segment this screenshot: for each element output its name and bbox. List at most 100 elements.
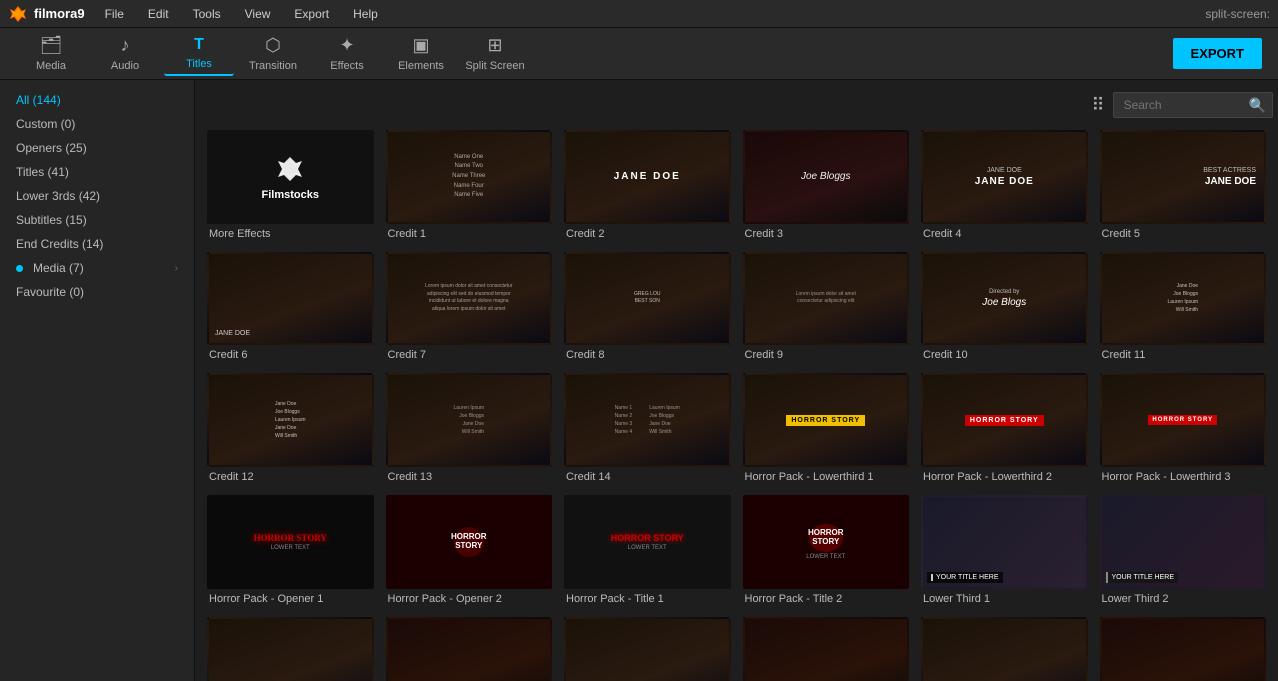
sidebar-item-openers[interactable]: Openers (25) (0, 136, 194, 160)
horror-opener1-label: Horror Pack - Opener 1 (207, 593, 374, 605)
credit4-label: Credit 4 (921, 228, 1088, 240)
grid-item-lower-third2[interactable]: YOUR TITLE HERE Lower Third 2 (1100, 495, 1267, 605)
grid-item-bottom6[interactable] (1100, 617, 1267, 681)
menu-edit[interactable]: Edit (144, 5, 173, 23)
credit14-overlay: Name 1Name 2Name 3Name 4 Lauren IpsumJoe… (615, 404, 680, 436)
menu-tools[interactable]: Tools (189, 5, 225, 23)
toolbar: 🗂 Media ♪ Audio T Titles ⬡ Transition ✦ … (0, 28, 1278, 80)
credit10-sub: Directed by (989, 289, 1019, 295)
grid-item-horror-title1[interactable]: HORROR STORY LOWER TEXT Horror Pack - Ti… (564, 495, 731, 605)
toolbar-transition[interactable]: ⬡ Transition (238, 32, 308, 76)
credit9-thumb: Lorem ipsum dolor sit ametconsectetur ad… (743, 252, 910, 346)
credit9-label: Credit 9 (743, 349, 910, 361)
sidebar-item-media[interactable]: Media (7) › (0, 256, 194, 280)
grid-item-horror-opener1[interactable]: HORROR STORY LOWER TEXT Horror Pack - Op… (207, 495, 374, 605)
sidebar-item-lower3rds[interactable]: Lower 3rds (42) (0, 184, 194, 208)
grid-item-horror-lower2[interactable]: HORROR STORY Horror Pack - Lowerthird 2 (921, 373, 1088, 483)
grid-item-horror-lower3[interactable]: HORROR STORY Horror Pack - Lowerthird 3 (1100, 373, 1267, 483)
horror-lower3-badge: HORROR STORY (1148, 415, 1217, 425)
toolbar-elements[interactable]: ▣ Elements (386, 32, 456, 76)
sidebar-item-favourite[interactable]: Favourite (0) (0, 280, 194, 304)
credit4-sub-overlay: JANE DOE (987, 167, 1022, 174)
sidebar-item-all[interactable]: All (144) (0, 88, 194, 112)
credit8-overlay: GREG LOUBEST SON (634, 291, 660, 306)
credit6-label: Credit 6 (207, 349, 374, 361)
sidebar-item-titles[interactable]: Titles (41) (0, 160, 194, 184)
app-name: filmora9 (34, 6, 85, 21)
grid-item-credit6[interactable]: JANE DOE Credit 6 (207, 252, 374, 362)
grid-item-horror-title2[interactable]: HORRORSTORY LOWER TEXT Horror Pack - Tit… (743, 495, 910, 605)
horror-title2-sub: LOWER TEXT (806, 554, 845, 560)
grid-item-credit12[interactable]: Jane DoeJoe BloggsLauren IpsumJane DoeWi… (207, 373, 374, 483)
credit12-thumb: Jane DoeJoe BloggsLauren IpsumJane DoeWi… (207, 373, 374, 467)
lower-third2-bar: YOUR TITLE HERE (1106, 572, 1179, 583)
grid-item-lower-third1[interactable]: YOUR TITLE HERE Lower Third 1 (921, 495, 1088, 605)
credit2-label: Credit 2 (564, 228, 731, 240)
grid-item-bottom5[interactable] (921, 617, 1088, 681)
horror-opener2-text: HORRORSTORY (451, 533, 487, 551)
credit5-sub-overlay: BEST ACTRESS (1203, 167, 1256, 174)
credit12-overlay: Jane DoeJoe BloggsLauren IpsumJane DoeWi… (275, 400, 306, 440)
menu-view[interactable]: View (241, 5, 275, 23)
sidebar-item-subtitles[interactable]: Subtitles (15) (0, 208, 194, 232)
bottom1-thumb (207, 617, 374, 681)
grid-item-bottom3[interactable] (564, 617, 731, 681)
lower-third2-text: YOUR TITLE HERE (1112, 574, 1175, 581)
grid-item-credit4[interactable]: JANE DOE JANE DOE Credit 4 (921, 130, 1088, 240)
lower-third2-thumb: YOUR TITLE HERE (1100, 495, 1267, 589)
credit3-overlay: Joe Bloggs (801, 171, 850, 182)
grid-item-credit2[interactable]: JANE DOE Credit 2 (564, 130, 731, 240)
credit13-overlay: Lauren IpsumJoe BloggsJane DoeWill Smith (453, 404, 484, 436)
menu-export[interactable]: Export (290, 5, 333, 23)
credit3-label: Credit 3 (743, 228, 910, 240)
filmstock-logo-icon (274, 153, 306, 185)
grid-toggle-icon[interactable]: ⠿ (1091, 95, 1104, 116)
menu-help[interactable]: Help (349, 5, 382, 23)
grid-item-credit8[interactable]: GREG LOUBEST SON Credit 8 (564, 252, 731, 362)
grid-item-bottom4[interactable] (743, 617, 910, 681)
grid-item-credit10[interactable]: Directed by Joe Blogs Credit 10 (921, 252, 1088, 362)
menu-file[interactable]: File (101, 5, 128, 23)
horror-opener2-splash: HORRORSTORY (454, 527, 484, 557)
grid-item-credit5[interactable]: BEST ACTRESS JANE DOE Credit 5 (1100, 130, 1267, 240)
audio-icon: ♪ (121, 35, 130, 56)
sidebar-item-endcredits[interactable]: End Credits (14) (0, 232, 194, 256)
grid-item-bottom2[interactable] (386, 617, 553, 681)
grid-item-credit14[interactable]: Name 1Name 2Name 3Name 4 Lauren IpsumJoe… (564, 373, 731, 483)
elements-icon: ▣ (412, 35, 429, 56)
grid-item-horror-opener2[interactable]: HORRORSTORY Horror Pack - Opener 2 (386, 495, 553, 605)
titles-icon: T (194, 36, 204, 54)
lower-third1-label: Lower Third 1 (921, 593, 1088, 605)
toolbar-audio[interactable]: ♪ Audio (90, 32, 160, 76)
credit6-overlay: JANE DOE (215, 330, 250, 337)
grid-item-credit7[interactable]: Lorem ipsum dolor sit amet consecteturad… (386, 252, 553, 362)
credit4-thumb: JANE DOE JANE DOE (921, 130, 1088, 224)
credit5-main-overlay: JANE DOE (1205, 176, 1256, 187)
grid-item-credit9[interactable]: Lorem ipsum dolor sit ametconsectetur ad… (743, 252, 910, 362)
horror-title1-thumb: HORROR STORY LOWER TEXT (564, 495, 731, 589)
sidebar-item-custom[interactable]: Custom (0) (0, 112, 194, 136)
grid-item-bottom1[interactable] (207, 617, 374, 681)
grid-item-credit3[interactable]: Joe Bloggs Credit 3 (743, 130, 910, 240)
credit2-thumb: JANE DOE (564, 130, 731, 224)
horror-lower2-thumb: HORROR STORY (921, 373, 1088, 467)
toolbar-media[interactable]: 🗂 Media (16, 32, 86, 76)
transition-icon: ⬡ (265, 35, 281, 56)
grid-item-more-effects[interactable]: Filmstocks More Effects (207, 130, 374, 240)
toolbar-split-screen[interactable]: ⊞ Split Screen (460, 32, 530, 76)
grid-item-horror-lower1[interactable]: HORROR STORY Horror Pack - Lowerthird 1 (743, 373, 910, 483)
credit5-thumb: BEST ACTRESS JANE DOE (1100, 130, 1267, 224)
grid-item-credit1[interactable]: Name OneName TwoName ThreeName FourName … (386, 130, 553, 240)
main-area: All (144) Custom (0) Openers (25) Titles… (0, 80, 1278, 681)
media-expand-arrow: › (175, 263, 178, 274)
lower-third1-bar: YOUR TITLE HERE (927, 572, 1003, 583)
toolbar-titles[interactable]: T Titles (164, 32, 234, 76)
credit1-label: Credit 1 (386, 228, 553, 240)
search-icon[interactable]: 🔍 (1249, 97, 1266, 114)
credit7-thumb: Lorem ipsum dolor sit amet consecteturad… (386, 252, 553, 346)
toolbar-effects[interactable]: ✦ Effects (312, 32, 382, 76)
grid-item-credit13[interactable]: Lauren IpsumJoe BloggsJane DoeWill Smith… (386, 373, 553, 483)
horror-lower1-badge: HORROR STORY (786, 415, 865, 426)
export-button[interactable]: EXPORT (1173, 38, 1262, 69)
grid-item-credit11[interactable]: Jane DoeJoe BloggsLauren IpsumWill Smith… (1100, 252, 1267, 362)
